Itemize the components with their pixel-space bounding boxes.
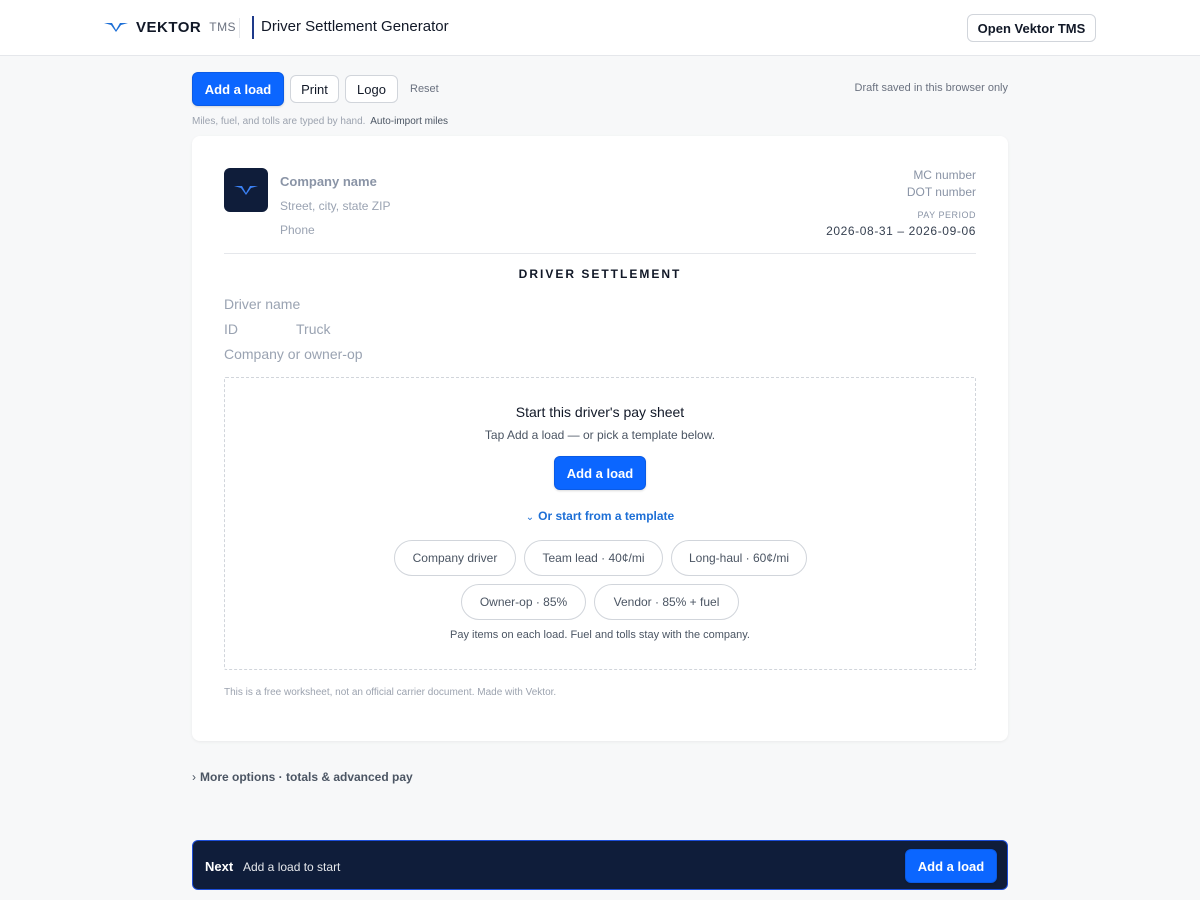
next-step-text: Add a load to start [243, 860, 341, 874]
reset-button[interactable]: Reset [404, 80, 445, 98]
driver-id-field[interactable]: ID [224, 321, 238, 337]
divider [224, 253, 976, 254]
open-vektor-tms-button[interactable]: Open Vektor TMS [967, 14, 1096, 42]
settlement-card: Company name Street, city, state ZIP Pho… [192, 136, 1008, 741]
company-or-owner-op-field[interactable]: Company or owner-op [224, 346, 363, 362]
empty-loads-panel: Start this driver's pay sheet Tap Add a … [224, 377, 976, 670]
template-company-driver[interactable]: Company driver [394, 540, 516, 576]
template-note: Pay items on each load. Fuel and tolls s… [449, 629, 750, 641]
chevron-down-icon: ⌄ [525, 512, 535, 523]
more-options-label: More options · totals & advanced pay [200, 770, 413, 784]
template-toggle-label: Or start from a template [538, 509, 675, 523]
manual-entry-text: Miles, fuel, and tolls are typed by hand… [192, 116, 366, 127]
document-title: DRIVER SETTLEMENT [518, 267, 682, 281]
truck-field[interactable]: Truck [296, 321, 330, 337]
brand-suffix: TMS [209, 20, 237, 34]
draft-status: Draft saved in this browser only [854, 82, 1008, 94]
title-accent-bar [252, 16, 254, 39]
more-options-toggle[interactable]: › More options · totals & advanced pay [192, 770, 413, 784]
empty-state-title: Start this driver's pay sheet [515, 404, 685, 420]
add-load-button[interactable]: Add a load [192, 72, 284, 106]
next-add-load-button[interactable]: Add a load [905, 849, 997, 883]
next-label: Next [205, 859, 234, 874]
print-button[interactable]: Print [290, 75, 339, 103]
vektor-wing-icon [234, 186, 258, 195]
template-toggle[interactable]: ⌄ Or start from a template [225, 509, 975, 523]
template-team-lead[interactable]: Team lead · 40¢/mi [524, 540, 663, 576]
dot-number-field[interactable]: DOT number [907, 185, 976, 199]
pay-period-dates[interactable]: 2026-08-31 – 2026-09-06 [826, 224, 976, 238]
brand[interactable]: VEKTOR TMS [104, 17, 236, 37]
template-owner-op[interactable]: Owner-op · 85% [461, 584, 586, 620]
logo-button[interactable]: Logo [345, 75, 398, 103]
company-logo-slot[interactable] [224, 168, 268, 212]
manual-entry-note: Miles, fuel, and tolls are typed by hand… [192, 116, 448, 127]
vektor-wing-icon [104, 23, 128, 32]
auto-import-miles-link[interactable]: Auto-import miles [370, 116, 448, 127]
page-title: Driver Settlement Generator [261, 18, 449, 35]
next-step-bar: Next Add a load to start Add a load [192, 840, 1008, 890]
template-long-haul[interactable]: Long-haul · 60¢/mi [671, 540, 807, 576]
pay-period-label: PAY PERIOD [917, 210, 976, 220]
company-phone-field[interactable]: Phone [280, 223, 315, 237]
empty-state-subtitle: Tap Add a load — or pick a template belo… [484, 428, 716, 442]
brand-name: VEKTOR [136, 18, 202, 36]
chevron-right-icon: › [192, 770, 196, 784]
empty-add-load-button[interactable]: Add a load [554, 456, 646, 490]
top-header: VEKTOR TMS Driver Settlement Generator O… [0, 0, 1200, 56]
driver-name-field[interactable]: Driver name [224, 296, 300, 312]
header-divider [239, 18, 240, 38]
template-vendor[interactable]: Vendor · 85% + fuel [594, 584, 739, 620]
company-name-field[interactable]: Company name [280, 174, 377, 189]
mc-number-field[interactable]: MC number [913, 168, 976, 182]
company-address-field[interactable]: Street, city, state ZIP [280, 199, 390, 213]
disclaimer: This is a free worksheet, not an officia… [224, 687, 557, 698]
